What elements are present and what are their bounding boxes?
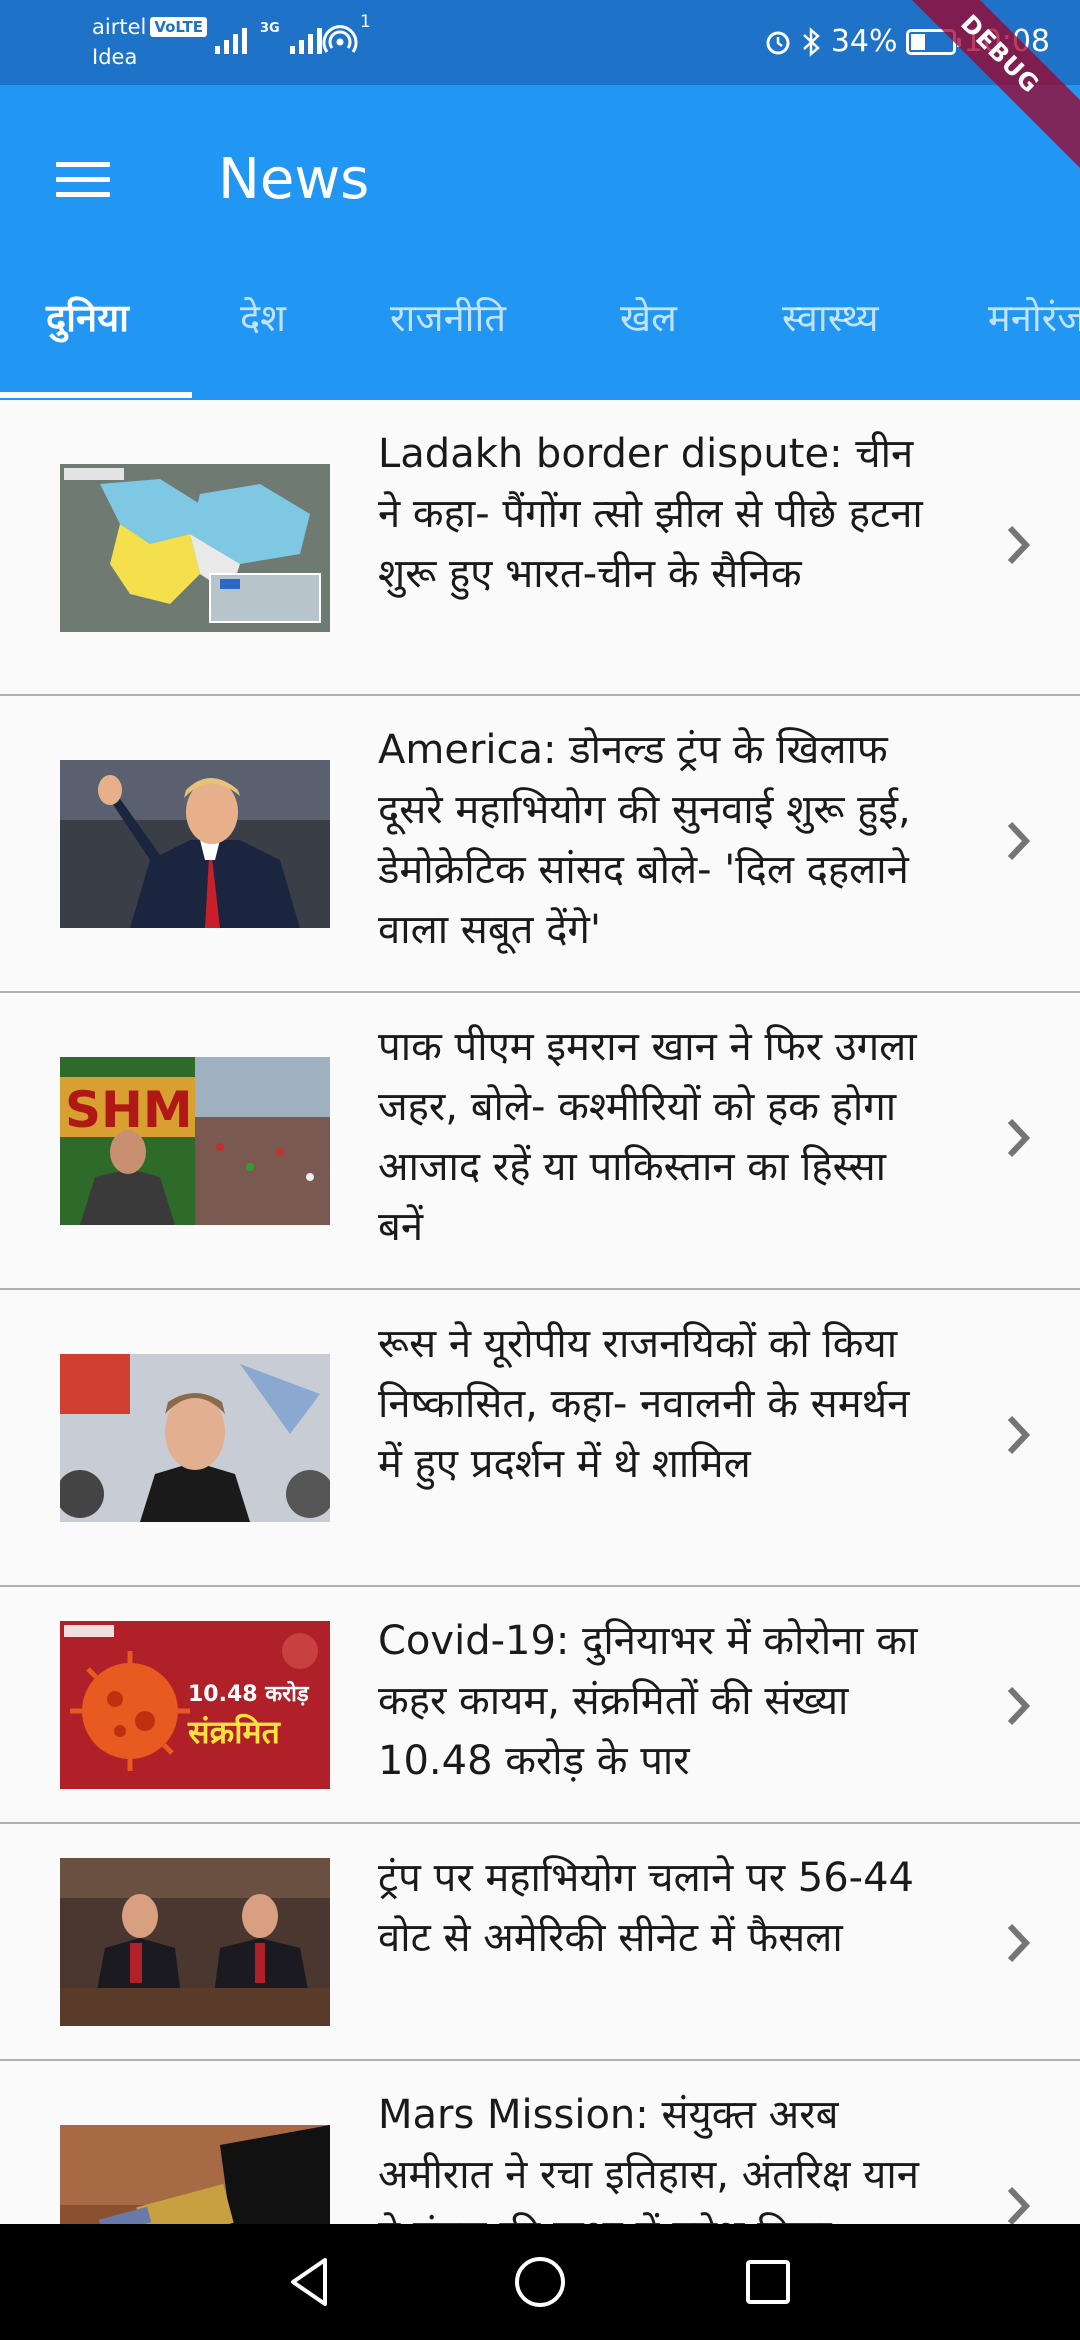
covid-virus-thumbnail: 10.48 करोड़ संक्रमित bbox=[60, 1621, 330, 1789]
news-list-item[interactable]: SHM पाक पीएम इमरान खान ने फिर उगला जहर, … bbox=[0, 993, 1080, 1290]
category-tab-bar: दुनिया देश राजनीति खेल स्वास्थ्य मनोरंजन bbox=[0, 265, 1080, 400]
news-list-item[interactable]: Mars Mission: संयुक्त अरब अमीरात ने रचा … bbox=[0, 2061, 1080, 2224]
hotspot-icon bbox=[322, 25, 358, 53]
news-headline[interactable]: रूस ने यूरोपीय राजनयिकों को किया निष्कास… bbox=[378, 1314, 943, 1494]
back-icon[interactable] bbox=[280, 2252, 340, 2312]
battery-level bbox=[910, 34, 926, 50]
alarm-icon bbox=[766, 31, 790, 55]
carrier-2: Idea bbox=[92, 45, 138, 69]
ladakh-map-thumbnail bbox=[60, 464, 330, 632]
chevron-right-icon[interactable] bbox=[996, 818, 1042, 864]
news-headline[interactable]: Ladakh border dispute: चीन ने कहा- पैंगो… bbox=[378, 424, 943, 604]
news-headline[interactable]: Covid-19: दुनियाभर में कोरोना का कहर काय… bbox=[378, 1611, 943, 1791]
chevron-right-icon[interactable] bbox=[996, 1412, 1042, 1458]
system-navigation-bar bbox=[0, 2224, 1080, 2340]
tab-rajneeti[interactable]: राजनीति bbox=[390, 265, 506, 400]
recents-icon[interactable] bbox=[738, 2252, 798, 2312]
navalny-thumbnail bbox=[60, 1354, 330, 1522]
news-list-item[interactable]: ट्रंप पर महाभियोग चलाने पर 56-44 वोट से … bbox=[0, 1824, 1080, 2061]
tab-desh[interactable]: देश bbox=[240, 265, 286, 400]
news-headline[interactable]: America: डोनल्ड ट्रंप के खिलाफ दूसरे महा… bbox=[378, 720, 943, 960]
trump-waving-thumbnail bbox=[60, 760, 330, 928]
imran-khan-rally-thumbnail: SHM bbox=[60, 1057, 330, 1225]
signal-strength-icon bbox=[215, 22, 247, 54]
thumb-count-text: 10.48 करोड़ bbox=[188, 1680, 310, 1707]
hotspot-count: 1 bbox=[360, 12, 371, 32]
chevron-right-icon[interactable] bbox=[996, 1920, 1042, 1966]
app-screen: airtel VoLTE Idea 3G 1 34% News दुनिया द… bbox=[0, 0, 1080, 2340]
chevron-right-icon[interactable] bbox=[996, 522, 1042, 568]
status-bar: airtel VoLTE Idea 3G 1 34% bbox=[0, 0, 1080, 85]
news-headline[interactable]: ट्रंप पर महाभियोग चलाने पर 56-44 वोट से … bbox=[378, 1848, 943, 1968]
news-list-item[interactable]: 10.48 करोड़ संक्रमित Covid-19: दुनियाभर … bbox=[0, 1587, 1080, 1824]
news-list-item[interactable]: Ladakh border dispute: चीन ने कहा- पैंगो… bbox=[0, 400, 1080, 696]
tab-swasthya[interactable]: स्वास्थ्य bbox=[782, 265, 878, 400]
news-headline[interactable]: Mars Mission: संयुक्त अरब अमीरात ने रचा … bbox=[378, 2085, 943, 2224]
news-list-item[interactable]: America: डोनल्ड ट्रंप के खिलाफ दूसरे महा… bbox=[0, 696, 1080, 993]
tab-khel[interactable]: खेल bbox=[620, 265, 677, 400]
mars-mission-thumbnail bbox=[60, 2125, 330, 2224]
news-headline[interactable]: पाक पीएम इमरान खान ने फिर उगला जहर, बोले… bbox=[378, 1017, 943, 1257]
news-list-item[interactable]: रूस ने यूरोपीय राजनयिकों को किया निष्कास… bbox=[0, 1290, 1080, 1587]
home-icon[interactable] bbox=[510, 2252, 570, 2312]
bluetooth-icon bbox=[802, 27, 820, 57]
chevron-right-icon[interactable] bbox=[996, 2183, 1042, 2224]
page-title: News bbox=[218, 147, 370, 212]
signal-strength-icon-2 bbox=[290, 22, 322, 54]
battery-percent: 34% bbox=[830, 24, 898, 59]
tab-manoranjan[interactable]: मनोरंजन bbox=[988, 265, 1080, 400]
chevron-right-icon[interactable] bbox=[996, 1115, 1042, 1161]
hamburger-menu-icon[interactable] bbox=[40, 135, 128, 223]
carrier-info: airtel VoLTE Idea bbox=[92, 12, 207, 72]
active-tab-indicator bbox=[0, 392, 192, 398]
volte-badge: VoLTE bbox=[150, 17, 207, 37]
chevron-right-icon[interactable] bbox=[996, 1683, 1042, 1729]
tab-duniya[interactable]: दुनिया bbox=[46, 265, 129, 400]
app-bar: News bbox=[0, 85, 1080, 265]
thumb-infected-text: संक्रमित bbox=[187, 1713, 282, 1751]
network-type-label: 3G bbox=[260, 21, 280, 36]
carrier-1: airtel bbox=[92, 15, 147, 39]
senate-thumbnail bbox=[60, 1858, 330, 2026]
news-list[interactable]: Ladakh border dispute: चीन ने कहा- पैंगो… bbox=[0, 400, 1080, 2224]
